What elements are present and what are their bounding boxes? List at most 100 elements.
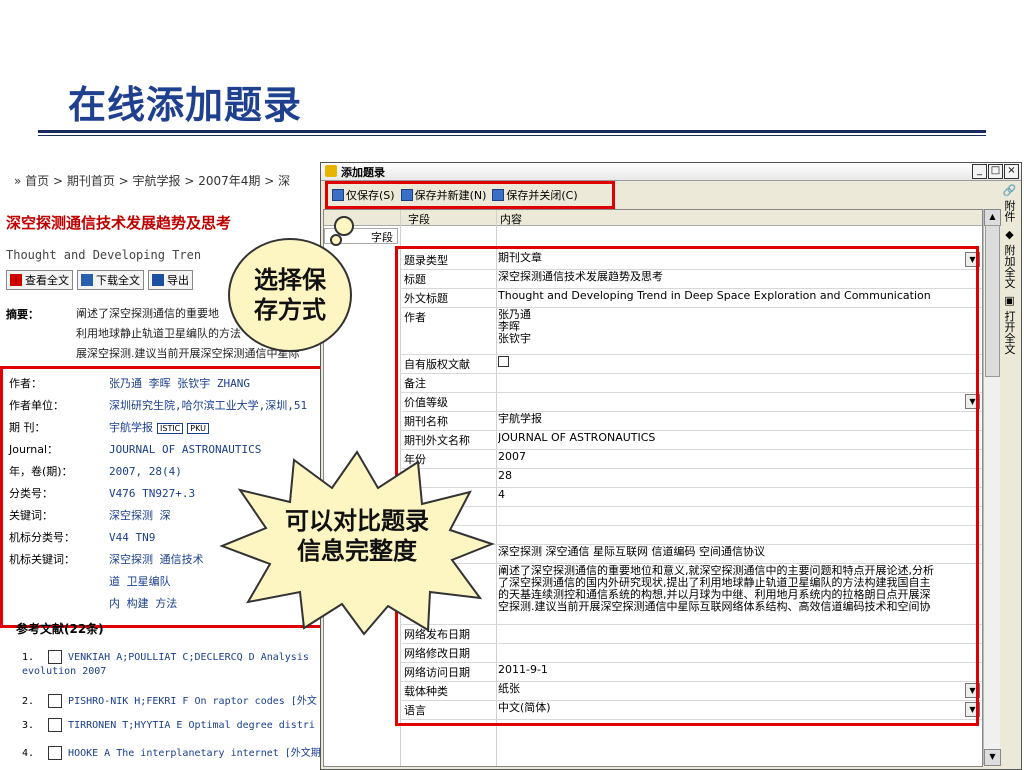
reference-item: 2. PISHRO-NIK H;FEKRI F On raptor codes [… xyxy=(22,692,317,708)
meta-row-machine-class: 机标分类号： V44 TN9 xyxy=(9,529,155,545)
article-title-en: Thought and Developing Tren xyxy=(6,248,202,262)
meta-key: 作者： xyxy=(9,377,42,390)
istic-badge: ISTIC xyxy=(157,423,184,434)
title-rule xyxy=(38,130,986,133)
abstract-label: 摘要： xyxy=(6,308,39,321)
side-tabs: 🔗 附件 ◆ 附加全文 ▣ 打开全文 xyxy=(1001,183,1021,361)
download-fulltext-button[interactable]: 下载全文 xyxy=(77,270,144,290)
meta-value[interactable]: 内 构建 方法 xyxy=(109,597,177,610)
download-icon xyxy=(81,274,93,286)
callout-compare: 可以对比题录 信息完整度 xyxy=(248,496,466,576)
meta-row-author: 作者： 张乃通 李晖 张钦宇 ZHANG xyxy=(9,375,250,391)
scroll-up-arrow[interactable]: ▲ xyxy=(984,209,1001,226)
export-icon xyxy=(152,274,164,286)
save-only-label: 仅保存(S) xyxy=(346,189,395,202)
meta-row-machine-keywords: 机标关键词： 深空探测 通信技术 xyxy=(9,551,204,567)
callout-choose-save-text: 选择保 存方式 xyxy=(254,266,326,324)
reference-item: 1. VENKIAH A;POULLIAT C;DECLERCQ D Analys… xyxy=(22,650,309,664)
export-label: 导出 xyxy=(167,274,189,287)
content-column-header[interactable]: 内容 xyxy=(500,211,522,227)
meta-key: 机标关键词： xyxy=(9,553,75,566)
reference-link[interactable]: TIRRONEN T;HYYTIA E Optimal degree distr… xyxy=(68,720,315,731)
save-only-button[interactable]: 仅保存(S) xyxy=(332,187,395,203)
app-icon xyxy=(325,165,337,177)
scroll-thumb[interactable] xyxy=(985,225,1000,377)
meta-key: 作者单位： xyxy=(9,399,64,412)
attach-fulltext-tab-label: 附加全文 xyxy=(1003,244,1016,289)
article-toolbar: 查看全文 下载全文 导出 xyxy=(6,270,193,290)
meta-value: 2007, 28(4) xyxy=(109,465,182,478)
dialog-titlebar[interactable]: 添加题录 _ □ × xyxy=(321,163,1021,181)
meta-key: 年，卷(期)： xyxy=(9,465,73,478)
field-column-header[interactable]: 字段 xyxy=(408,211,430,227)
attachment-tab[interactable]: 🔗 附件 xyxy=(1001,183,1017,222)
meta-value[interactable]: 道 卫星编队 xyxy=(109,575,171,588)
reference-number: 1. xyxy=(22,652,35,663)
callout-tail xyxy=(330,216,354,246)
view-fulltext-button[interactable]: 查看全文 xyxy=(6,270,73,290)
meta-key: Journal： xyxy=(9,443,59,456)
reference-item: 4. HOOKE A The interplanetary internet [外… xyxy=(22,744,330,760)
meta-value[interactable]: 深空探测 通信技术 xyxy=(109,553,204,566)
save-and-close-button[interactable]: 保存并关闭(C) xyxy=(492,187,578,203)
reference-number: 4. xyxy=(22,748,35,759)
save-close-icon xyxy=(492,189,505,201)
meta-value[interactable]: 深空探测 深 xyxy=(109,509,171,522)
callout-compare-text: 可以对比题录 信息完整度 xyxy=(285,507,429,565)
reference-link[interactable]: PISHRO-NIK H;FEKRI F On raptor codes [外文 xyxy=(68,696,317,707)
reference-link[interactable]: VENKIAH A;POULLIAT C;DECLERCQ D Analysis xyxy=(68,652,309,663)
pku-badge: PKU xyxy=(187,423,209,434)
save-icon xyxy=(332,189,344,201)
references-title: 参考文献(22条) xyxy=(16,622,104,636)
slide-title: 在线添加题录 xyxy=(68,82,303,127)
reference-number: 3. xyxy=(22,720,35,731)
reference-link[interactable]: HOOKE A The interplanetary internet [外文期… xyxy=(68,748,330,759)
meta-value[interactable]: 张乃通 李晖 张钦宇 ZHANG xyxy=(109,377,250,390)
meta-value: V44 TN9 xyxy=(109,531,156,544)
meta-value: 深圳研究生院,哈尔滨工业大学,深圳,51 xyxy=(109,399,308,412)
meta-key: 分类号： xyxy=(9,487,53,500)
open-fulltext-tab[interactable]: ▣ 打开全文 xyxy=(1001,294,1017,355)
open-fulltext-tab-label: 打开全文 xyxy=(1003,310,1016,355)
meta-row-year: 年，卷(期)： 2007, 28(4) xyxy=(9,463,182,479)
meta-key: 期 刊： xyxy=(9,421,46,434)
view-fulltext-label: 查看全文 xyxy=(25,274,69,287)
document-icon xyxy=(48,650,63,664)
breadcrumb[interactable]: » 首页 > 期刊首页 > 宇航学报 > 2007年4期 > 深 xyxy=(14,172,290,189)
meta-row-machine-keywords-cont: 内 构建 方法 xyxy=(9,595,177,611)
pdf-icon xyxy=(10,274,22,286)
meta-row-machine-keywords-cont: 道 卫星编队 xyxy=(9,573,171,589)
meta-row-keywords: 关键词： 深空探测 深 xyxy=(9,507,171,523)
document-icon xyxy=(48,746,63,760)
meta-key: 机标分类号： xyxy=(9,531,75,544)
export-button[interactable]: 导出 xyxy=(148,270,193,290)
scroll-down-arrow[interactable]: ▼ xyxy=(984,749,1001,766)
close-button[interactable]: × xyxy=(1004,164,1019,179)
meta-row-affiliation: 作者单位： 深圳研究生院,哈尔滨工业大学,深圳,51 xyxy=(9,397,307,413)
attach-fulltext-tab[interactable]: ◆ 附加全文 xyxy=(1001,228,1017,289)
meta-value: V476 TN927+.3 xyxy=(109,487,196,500)
save-new-icon xyxy=(400,189,413,201)
document-icon xyxy=(48,718,63,732)
meta-row-class: 分类号： V476 TN927+.3 xyxy=(9,485,195,501)
save-and-new-button[interactable]: 保存并新建(N) xyxy=(400,187,487,203)
save-and-close-label: 保存并关闭(C) xyxy=(506,189,578,202)
save-and-new-label: 保存并新建(N) xyxy=(414,189,487,202)
article-title[interactable]: 深空探测通信技术发展趋势及思考 xyxy=(6,212,231,233)
minimize-button[interactable]: _ xyxy=(972,164,987,179)
document-icon xyxy=(48,694,63,708)
meta-row-journal: 期 刊： 宇航学报 ISTIC PKU xyxy=(9,419,209,435)
meta-key: 关键词： xyxy=(9,509,53,522)
grid-scrollbar[interactable]: ▲ ▼ xyxy=(983,209,1001,766)
reference-link-cont[interactable]: evolution 2007 xyxy=(22,666,106,677)
maximize-button[interactable]: □ xyxy=(988,164,1003,179)
reference-number: 2. xyxy=(22,696,35,707)
grid-header: 字段 内容 xyxy=(324,210,982,226)
download-fulltext-label: 下载全文 xyxy=(96,274,140,287)
title-rule-thin xyxy=(38,135,986,136)
callout-choose-save: 选择保 存方式 xyxy=(228,238,352,352)
dialog-title: 添加题录 xyxy=(341,166,385,179)
reference-item: 3. TIRRONEN T;HYYTIA E Optimal degree dis… xyxy=(22,718,315,732)
meta-value[interactable]: 宇航学报 xyxy=(109,421,153,434)
reference-item-cont: evolution 2007 xyxy=(22,666,106,677)
